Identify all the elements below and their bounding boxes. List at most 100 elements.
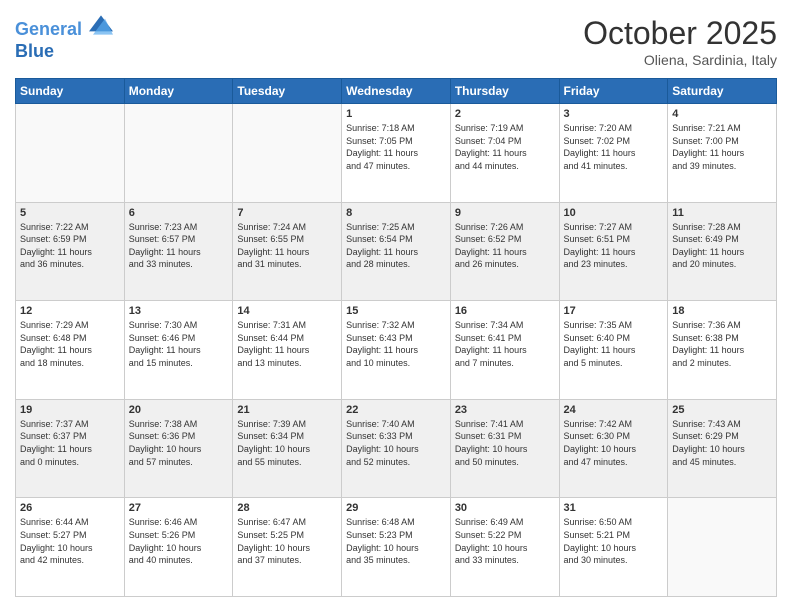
day-number: 21 [237,404,337,416]
header-day-friday: Friday [559,79,668,104]
day-number: 22 [346,404,446,416]
day-number: 23 [455,404,555,416]
day-number: 26 [20,502,120,514]
day-number: 17 [564,305,664,317]
title-block: October 2025 Oliena, Sardinia, Italy [583,15,777,68]
day-number: 27 [129,502,229,514]
day-cell: 31Sunrise: 6:50 AM Sunset: 5:21 PM Dayli… [559,498,668,597]
day-cell: 1 Sunrise: 7:18 AM Sunset: 7:05 PM Daylig… [342,104,451,203]
day-cell [16,104,125,203]
day-cell: 10 Sunrise: 7:27 AM Sunset: 6:51 PM Dayli… [559,202,668,301]
day-cell: 2Sunrise: 7:19 AM Sunset: 7:04 PM Daylig… [450,104,559,203]
day-info: Sunrise: 7:40 AM Sunset: 6:33 PM Dayligh… [346,418,446,468]
week-row-4: 19 Sunrise: 7:37 AM Sunset: 6:37 PM Dayli… [16,399,777,498]
day-number: 18 [672,305,772,317]
day-info: Sunrise: 7:32 AM Sunset: 6:43 PM Dayligh… [346,319,446,369]
week-row-2: 5 Sunrise: 7:22 AM Sunset: 6:59 PM Daylig… [16,202,777,301]
day-info: Sunrise: 7:18 AM Sunset: 7:05 PM Dayligh… [346,122,446,172]
day-number: 1 [346,108,446,120]
day-number: 7 [237,207,337,219]
day-number: 15 [346,305,446,317]
day-cell: 14Sunrise: 7:31 AM Sunset: 6:44 PM Dayli… [233,301,342,400]
day-cell: 5 Sunrise: 7:22 AM Sunset: 6:59 PM Daylig… [16,202,125,301]
day-number: 31 [564,502,664,514]
header-day-thursday: Thursday [450,79,559,104]
day-cell: 26Sunrise: 6:44 AM Sunset: 5:27 PM Dayli… [16,498,125,597]
day-cell [124,104,233,203]
header-day-saturday: Saturday [668,79,777,104]
week-row-3: 12 Sunrise: 7:29 AM Sunset: 6:48 PM Dayli… [16,301,777,400]
day-cell: 24Sunrise: 7:42 AM Sunset: 6:30 PM Dayli… [559,399,668,498]
day-info: Sunrise: 7:35 AM Sunset: 6:40 PM Dayligh… [564,319,664,369]
day-number: 3 [564,108,664,120]
day-cell: 25Sunrise: 7:43 AM Sunset: 6:29 PM Dayli… [668,399,777,498]
day-info: Sunrise: 7:42 AM Sunset: 6:30 PM Dayligh… [564,418,664,468]
day-number: 25 [672,404,772,416]
day-cell: 29 Sunrise: 6:48 AM Sunset: 5:23 PM Dayli… [342,498,451,597]
day-cell: 16Sunrise: 7:34 AM Sunset: 6:41 PM Dayli… [450,301,559,400]
day-info: Sunrise: 7:21 AM Sunset: 7:00 PM Dayligh… [672,122,772,172]
day-number: 6 [129,207,229,219]
header-day-sunday: Sunday [16,79,125,104]
month-title: October 2025 [583,15,777,52]
header-day-wednesday: Wednesday [342,79,451,104]
day-info: Sunrise: 7:29 AM Sunset: 6:48 PM Dayligh… [20,319,120,369]
day-cell: 17 Sunrise: 7:35 AM Sunset: 6:40 PM Dayli… [559,301,668,400]
day-number: 14 [237,305,337,317]
day-number: 30 [455,502,555,514]
logo-icon [89,15,113,35]
logo-text: General [15,15,113,41]
day-info: Sunrise: 6:46 AM Sunset: 5:26 PM Dayligh… [129,516,229,566]
day-cell: 30Sunrise: 6:49 AM Sunset: 5:22 PM Dayli… [450,498,559,597]
day-number: 9 [455,207,555,219]
day-cell: 9 Sunrise: 7:26 AM Sunset: 6:52 PM Daylig… [450,202,559,301]
day-info: Sunrise: 7:24 AM Sunset: 6:55 PM Dayligh… [237,221,337,271]
day-cell: 4Sunrise: 7:21 AM Sunset: 7:00 PM Daylig… [668,104,777,203]
day-cell: 6 Sunrise: 7:23 AM Sunset: 6:57 PM Daylig… [124,202,233,301]
day-cell: 23 Sunrise: 7:41 AM Sunset: 6:31 PM Dayli… [450,399,559,498]
header-day-tuesday: Tuesday [233,79,342,104]
header-day-monday: Monday [124,79,233,104]
day-info: Sunrise: 7:19 AM Sunset: 7:04 PM Dayligh… [455,122,555,172]
day-info: Sunrise: 7:38 AM Sunset: 6:36 PM Dayligh… [129,418,229,468]
day-cell: 13Sunrise: 7:30 AM Sunset: 6:46 PM Dayli… [124,301,233,400]
day-info: Sunrise: 7:28 AM Sunset: 6:49 PM Dayligh… [672,221,772,271]
day-number: 29 [346,502,446,514]
day-cell: 19 Sunrise: 7:37 AM Sunset: 6:37 PM Dayli… [16,399,125,498]
day-number: 12 [20,305,120,317]
logo: General Blue [15,15,113,62]
day-cell: 21 Sunrise: 7:39 AM Sunset: 6:34 PM Dayli… [233,399,342,498]
day-info: Sunrise: 7:27 AM Sunset: 6:51 PM Dayligh… [564,221,664,271]
day-cell: 22 Sunrise: 7:40 AM Sunset: 6:33 PM Dayli… [342,399,451,498]
day-cell: 12 Sunrise: 7:29 AM Sunset: 6:48 PM Dayli… [16,301,125,400]
day-cell: 20 Sunrise: 7:38 AM Sunset: 6:36 PM Dayli… [124,399,233,498]
header-row: SundayMondayTuesdayWednesdayThursdayFrid… [16,79,777,104]
day-cell: 15 Sunrise: 7:32 AM Sunset: 6:43 PM Dayli… [342,301,451,400]
day-number: 19 [20,404,120,416]
day-cell [233,104,342,203]
location: Oliena, Sardinia, Italy [583,52,777,68]
day-cell: 28Sunrise: 6:47 AM Sunset: 5:25 PM Dayli… [233,498,342,597]
day-info: Sunrise: 7:26 AM Sunset: 6:52 PM Dayligh… [455,221,555,271]
day-number: 10 [564,207,664,219]
day-number: 16 [455,305,555,317]
day-number: 11 [672,207,772,219]
day-info: Sunrise: 7:37 AM Sunset: 6:37 PM Dayligh… [20,418,120,468]
day-cell: 3 Sunrise: 7:20 AM Sunset: 7:02 PM Daylig… [559,104,668,203]
day-cell: 8Sunrise: 7:25 AM Sunset: 6:54 PM Daylig… [342,202,451,301]
day-number: 5 [20,207,120,219]
day-info: Sunrise: 7:20 AM Sunset: 7:02 PM Dayligh… [564,122,664,172]
logo-blue: Blue [15,41,113,63]
day-info: Sunrise: 7:39 AM Sunset: 6:34 PM Dayligh… [237,418,337,468]
day-info: Sunrise: 7:23 AM Sunset: 6:57 PM Dayligh… [129,221,229,271]
day-info: Sunrise: 7:25 AM Sunset: 6:54 PM Dayligh… [346,221,446,271]
day-number: 20 [129,404,229,416]
day-info: Sunrise: 7:41 AM Sunset: 6:31 PM Dayligh… [455,418,555,468]
day-info: Sunrise: 7:22 AM Sunset: 6:59 PM Dayligh… [20,221,120,271]
day-info: Sunrise: 6:48 AM Sunset: 5:23 PM Dayligh… [346,516,446,566]
week-row-5: 26Sunrise: 6:44 AM Sunset: 5:27 PM Dayli… [16,498,777,597]
day-cell: 7 Sunrise: 7:24 AM Sunset: 6:55 PM Daylig… [233,202,342,301]
page-container: General Blue October 2025 Oliena, Sardin… [0,0,792,612]
day-cell: 27 Sunrise: 6:46 AM Sunset: 5:26 PM Dayli… [124,498,233,597]
day-cell [668,498,777,597]
